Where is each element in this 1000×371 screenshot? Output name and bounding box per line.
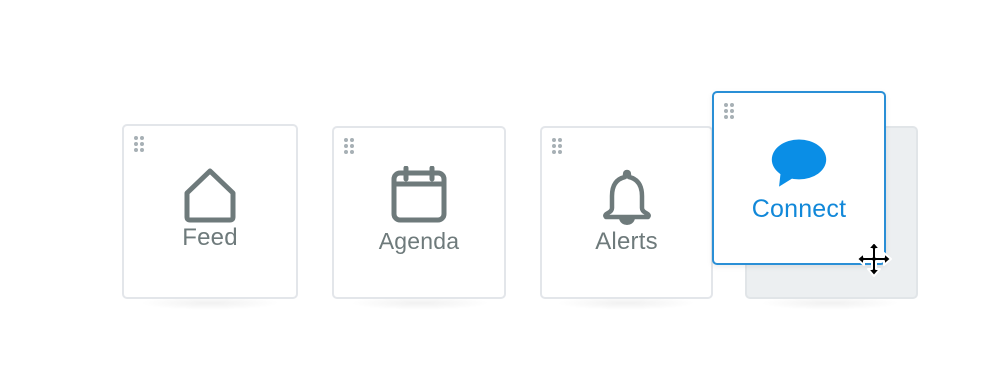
tile-alerts[interactable]: Alerts [540, 126, 713, 299]
tile-label: Agenda [378, 228, 460, 254]
move-cursor-icon [856, 241, 892, 277]
tile-label: Connect [751, 195, 847, 223]
home-icon [181, 166, 239, 224]
drag-handle-icon[interactable] [134, 136, 146, 154]
calendar-icon [390, 166, 448, 224]
tile-board: Feed Agenda Alerts Connect [0, 0, 1000, 371]
drag-handle-icon[interactable] [344, 138, 356, 156]
tile-feed[interactable]: Feed [122, 124, 298, 299]
tile-label: Feed [182, 224, 238, 251]
drag-handle-icon[interactable] [552, 138, 564, 156]
tile-agenda[interactable]: Agenda [332, 126, 506, 299]
bell-icon [598, 168, 656, 226]
chat-bubble-icon [770, 135, 828, 193]
tile-connect[interactable]: Connect [712, 91, 886, 265]
drag-handle-icon[interactable] [724, 103, 736, 121]
tile-label: Alerts [595, 228, 658, 255]
